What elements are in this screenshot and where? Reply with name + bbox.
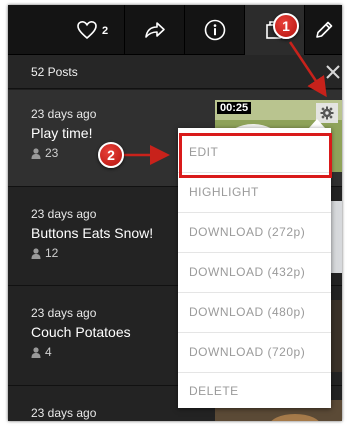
share-button[interactable] <box>124 5 184 55</box>
screenshot-frame: 2 52 Posts 23 days ago Play time! 23 00:… <box>0 0 352 426</box>
menu-item-download-480p[interactable]: DOWNLOAD (480p) <box>178 292 331 332</box>
post-time: 23 days ago <box>31 207 97 221</box>
post-title: Buttons Eats Snow! <box>31 225 154 241</box>
info-button[interactable] <box>184 5 244 55</box>
person-icon <box>31 147 41 159</box>
post-time: 23 days ago <box>31 406 97 420</box>
info-icon <box>204 19 226 41</box>
post-views-count: 12 <box>45 246 59 260</box>
edit-toolbar-button[interactable] <box>304 5 342 55</box>
post-options-menu: EDIT HIGHLIGHT DOWNLOAD (272p) DOWNLOAD … <box>178 128 331 408</box>
post-views: 4 <box>31 345 52 359</box>
post-title: Play time! <box>31 125 93 141</box>
video-duration: 00:25 <box>217 102 252 114</box>
heart-icon <box>76 20 98 40</box>
pencil-icon <box>313 19 335 41</box>
menu-item-download-720p[interactable]: DOWNLOAD (720p) <box>178 332 331 372</box>
post-views: 23 <box>31 146 58 160</box>
menu-item-edit[interactable]: EDIT <box>178 132 331 172</box>
menu-item-download-432p[interactable]: DOWNLOAD (432p) <box>178 252 331 292</box>
menu-item-delete[interactable]: DELETE <box>178 371 331 411</box>
like-count: 2 <box>101 25 109 37</box>
menu-item-highlight[interactable]: HIGHLIGHT <box>178 172 331 212</box>
like-button[interactable]: 2 <box>60 5 124 55</box>
menu-caret <box>309 119 325 128</box>
share-icon <box>143 20 167 40</box>
menu-item-download-272p[interactable]: DOWNLOAD (272p) <box>178 212 331 252</box>
post-views-count: 4 <box>45 345 52 359</box>
post-time: 23 days ago <box>31 107 97 121</box>
person-icon <box>31 247 41 259</box>
callout-1: 1 <box>273 13 299 39</box>
posts-count: 52 Posts <box>31 65 78 79</box>
person-icon <box>31 346 41 358</box>
post-time: 23 days ago <box>31 306 97 320</box>
post-title: Couch Potatoes <box>31 324 131 340</box>
callout-2: 2 <box>98 142 124 168</box>
post-views-count: 23 <box>45 146 59 160</box>
posts-header: 52 Posts <box>8 55 342 89</box>
close-icon[interactable] <box>324 63 342 81</box>
post-views: 12 <box>31 246 58 260</box>
